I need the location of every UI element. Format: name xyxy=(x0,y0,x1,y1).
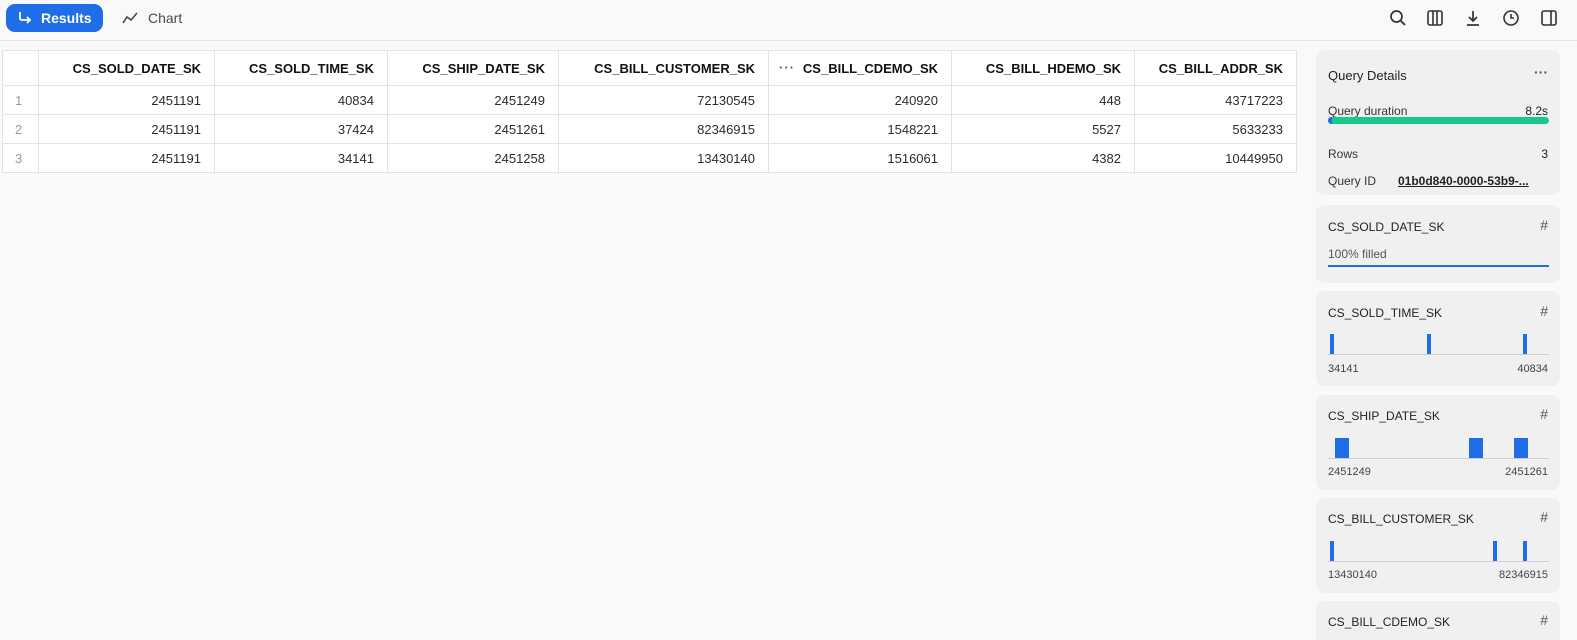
table-cell[interactable]: 10449950 xyxy=(1134,143,1297,173)
table-cell[interactable]: 2451258 xyxy=(387,143,559,173)
row-number-header xyxy=(2,50,39,86)
value-histogram xyxy=(1328,435,1549,459)
histogram-min: 2451249 xyxy=(1328,466,1371,478)
panel-toggle-icon[interactable] xyxy=(1539,8,1559,28)
histogram-min: 13430140 xyxy=(1328,569,1377,581)
table-cell[interactable]: 2451191 xyxy=(38,114,215,144)
table-row[interactable]: 1 2451191 40834 2451249 72130545 240920 … xyxy=(2,85,1297,115)
column-header[interactable]: CS_BILL_CUSTOMER_SK xyxy=(558,50,769,86)
table-row[interactable]: 3 2451191 34141 2451258 13430140 1516061… xyxy=(2,143,1297,173)
table-cell[interactable]: 2451191 xyxy=(38,85,215,115)
histogram-bar xyxy=(1523,334,1527,354)
table-cell[interactable]: 43717223 xyxy=(1134,85,1297,115)
column-more-indicator[interactable]: ··· xyxy=(779,60,795,75)
column-stats-name: CS_BILL_CUSTOMER_SK xyxy=(1328,512,1474,526)
histogram-max: 40834 xyxy=(1517,363,1548,375)
histogram-min: 34141 xyxy=(1328,363,1359,375)
column-header-label: CS_BILL_CDEMO_SK xyxy=(802,60,938,76)
line-chart-icon xyxy=(122,12,138,24)
columns-icon[interactable] xyxy=(1425,8,1445,28)
table-cell[interactable]: 1516061 xyxy=(768,143,952,173)
histogram-max: 2451261 xyxy=(1505,466,1548,478)
value-histogram xyxy=(1328,538,1549,562)
numeric-type-icon: # xyxy=(1540,217,1548,233)
table-cell[interactable]: 13430140 xyxy=(558,143,769,173)
column-stats-name: CS_SOLD_TIME_SK xyxy=(1328,306,1443,320)
table-cell[interactable]: 72130545 xyxy=(558,85,769,115)
results-table: CS_SOLD_DATE_SK CS_SOLD_TIME_SK CS_SHIP_… xyxy=(2,50,1297,173)
numeric-type-icon: # xyxy=(1540,612,1548,628)
query-duration-bar xyxy=(1328,117,1549,124)
row-number: 1 xyxy=(2,85,39,115)
column-header[interactable]: CS_BILL_ADDR_SK xyxy=(1134,50,1297,86)
rows-value: 3 xyxy=(1541,147,1548,161)
row-number: 3 xyxy=(2,143,39,173)
results-tab-button[interactable]: Results xyxy=(6,4,103,32)
download-icon[interactable] xyxy=(1463,8,1483,28)
column-stats-name: CS_BILL_CDEMO_SK xyxy=(1328,615,1451,629)
table-cell[interactable]: 5527 xyxy=(951,114,1135,144)
table-cell[interactable]: 240920 xyxy=(768,85,952,115)
column-header[interactable]: CS_SHIP_DATE_SK xyxy=(387,50,559,86)
table-cell[interactable]: 37424 xyxy=(214,114,388,144)
histogram-bar xyxy=(1427,334,1431,354)
table-cell[interactable]: 5633233 xyxy=(1134,114,1297,144)
numeric-type-icon: # xyxy=(1540,406,1548,422)
table-header-row: CS_SOLD_DATE_SK CS_SOLD_TIME_SK CS_SHIP_… xyxy=(2,50,1297,86)
value-histogram xyxy=(1328,331,1549,355)
histogram-max: 82346915 xyxy=(1499,569,1548,581)
query-details-menu[interactable]: ··· xyxy=(1534,64,1548,80)
histogram-bar xyxy=(1523,541,1527,561)
column-stats-card[interactable]: CS_SHIP_DATE_SK # 2451249 2451261 xyxy=(1316,395,1560,490)
history-icon[interactable] xyxy=(1501,8,1521,28)
results-tab-label: Results xyxy=(41,10,92,26)
fill-rate-indicator: 100% filled xyxy=(1328,241,1549,267)
histogram-bar xyxy=(1493,541,1497,561)
row-number: 2 xyxy=(2,114,39,144)
query-duration-label: Query duration xyxy=(1328,104,1408,118)
histogram-bar xyxy=(1335,438,1349,458)
column-stats-name: CS_SOLD_DATE_SK xyxy=(1328,220,1445,234)
column-stats-card[interactable]: CS_BILL_CDEMO_SK # xyxy=(1316,601,1560,640)
table-cell[interactable]: 1548221 xyxy=(768,114,952,144)
query-details-card: Query Details ··· Query duration 8.2s Ro… xyxy=(1316,50,1560,195)
query-id-link[interactable]: 01b0d840-0000-53b9-... xyxy=(1398,174,1548,188)
query-details-title: Query Details xyxy=(1328,68,1407,83)
histogram-bar xyxy=(1514,438,1528,458)
histogram-bar xyxy=(1330,541,1334,561)
table-cell[interactable]: 82346915 xyxy=(558,114,769,144)
search-icon[interactable] xyxy=(1388,8,1408,28)
rows-label: Rows xyxy=(1328,147,1359,161)
histogram-bar xyxy=(1330,334,1334,354)
table-cell[interactable]: 2451249 xyxy=(387,85,559,115)
query-id-label: Query ID xyxy=(1328,174,1377,188)
table-cell[interactable]: 448 xyxy=(951,85,1135,115)
table-row[interactable]: 2 2451191 37424 2451261 82346915 1548221… xyxy=(2,114,1297,144)
query-duration-bar-fill xyxy=(1328,117,1333,124)
table-cell[interactable]: 34141 xyxy=(214,143,388,173)
column-header[interactable]: CS_SOLD_TIME_SK xyxy=(214,50,388,86)
numeric-type-icon: # xyxy=(1540,509,1548,525)
column-header[interactable]: ··· CS_BILL_CDEMO_SK xyxy=(768,50,952,86)
table-cell[interactable]: 40834 xyxy=(214,85,388,115)
column-header[interactable]: CS_BILL_HDEMO_SK xyxy=(951,50,1135,86)
table-cell[interactable]: 2451261 xyxy=(387,114,559,144)
chart-tab-label: Chart xyxy=(148,10,183,26)
column-stats-name: CS_SHIP_DATE_SK xyxy=(1328,409,1440,423)
numeric-type-icon: # xyxy=(1540,303,1548,319)
results-arrow-icon xyxy=(19,12,32,24)
histogram-bar xyxy=(1469,438,1483,458)
column-stats-card[interactable]: CS_BILL_CUSTOMER_SK # 13430140 82346915 xyxy=(1316,498,1560,593)
column-header[interactable]: CS_SOLD_DATE_SK xyxy=(38,50,215,86)
column-stats-card[interactable]: CS_SOLD_DATE_SK # 100% filled xyxy=(1316,205,1560,283)
results-toolbar: Results Chart xyxy=(0,0,1577,41)
query-duration-value: 8.2s xyxy=(1525,104,1548,118)
table-cell[interactable]: 2451191 xyxy=(38,143,215,173)
chart-tab-button[interactable]: Chart xyxy=(122,4,182,32)
column-stats-card[interactable]: CS_SOLD_TIME_SK # 34141 40834 xyxy=(1316,291,1560,386)
table-cell[interactable]: 4382 xyxy=(951,143,1135,173)
